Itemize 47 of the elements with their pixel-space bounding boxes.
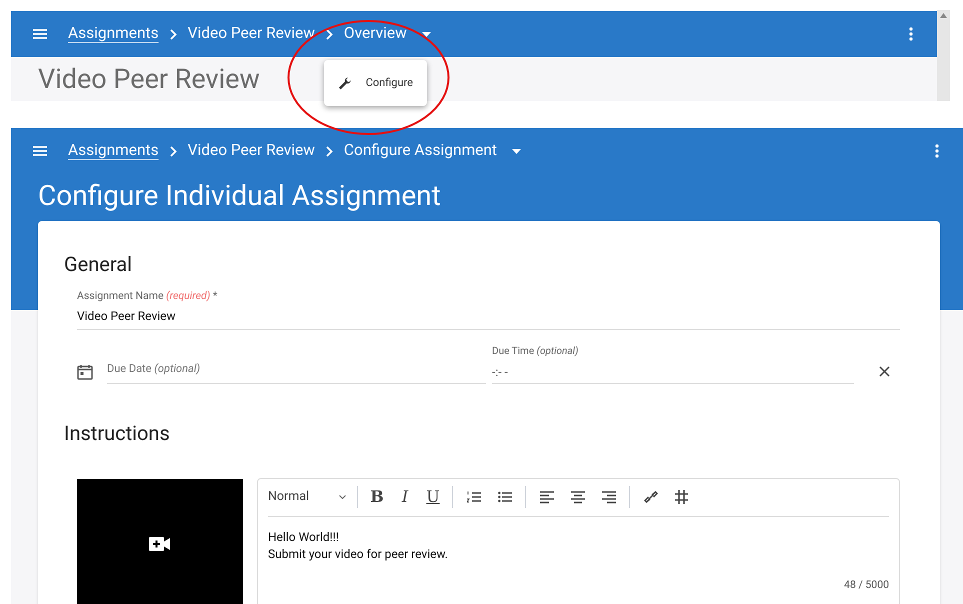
breadcrumb-link[interactable]: Video Peer Review	[188, 139, 315, 163]
align-left-icon	[540, 490, 554, 504]
editor-text-line: Hello World!!!	[268, 528, 340, 546]
add-video-icon[interactable]	[149, 536, 171, 551]
breadcrumb-link[interactable]: Video Peer Review	[188, 22, 315, 46]
menu-icon[interactable]	[33, 29, 47, 39]
dropdown-caret-icon[interactable]	[512, 148, 522, 154]
assignment-name-field[interactable]: Video Peer Review	[77, 306, 900, 330]
breadcrumb-link[interactable]: Assignments	[68, 139, 159, 163]
menu-icon[interactable]	[33, 146, 47, 156]
scrollbar[interactable]	[937, 10, 950, 101]
scroll-up-icon[interactable]	[940, 13, 947, 18]
due-date-field[interactable]: Due Date (optional)	[107, 361, 486, 384]
bold-button[interactable]: B	[363, 485, 391, 510]
due-time-field[interactable]: -:- -	[492, 362, 854, 384]
chevron-right-icon	[326, 146, 333, 156]
italic-button[interactable]: I	[391, 485, 419, 510]
breadcrumb-link[interactable]: Overview	[344, 22, 407, 46]
page-title: Video Peer Review	[38, 62, 260, 97]
chevron-down-icon	[339, 495, 346, 500]
align-right-icon	[602, 490, 616, 504]
ordered-list-icon	[466, 491, 480, 504]
more-options-icon[interactable]	[935, 144, 939, 158]
close-icon[interactable]	[879, 366, 890, 377]
align-center-icon	[570, 490, 584, 504]
calendar-icon[interactable]	[77, 364, 93, 380]
format-dropdown[interactable]: Normal	[268, 488, 352, 507]
link-icon	[644, 491, 658, 504]
breadcrumb-link[interactable]: Assignments	[68, 22, 159, 46]
chevron-right-icon	[170, 146, 177, 156]
menu-item[interactable]: Configure	[324, 60, 427, 106]
breadcrumb-link[interactable]: Configure Assignment	[344, 139, 498, 163]
chevron-right-icon	[170, 28, 177, 40]
wrench-icon	[338, 76, 352, 90]
field-label: Assignment Name (required) *	[77, 288, 218, 304]
character-counter: 48 / 5000	[843, 576, 889, 592]
editor-text-line: Submit your video for peer review.	[268, 546, 449, 563]
section-heading: Instructions	[64, 420, 171, 447]
hashtag-icon	[675, 490, 688, 504]
more-options-icon[interactable]	[909, 27, 913, 41]
page-title: Configure Individual Assignment	[38, 178, 442, 214]
underline-button[interactable]: U	[419, 485, 447, 510]
field-label: Due Time (optional)	[492, 344, 580, 359]
dropdown-caret-icon[interactable]	[422, 32, 431, 36]
bullet-list-icon	[498, 491, 512, 504]
chevron-right-icon	[326, 28, 333, 40]
section-heading: General	[64, 251, 134, 278]
